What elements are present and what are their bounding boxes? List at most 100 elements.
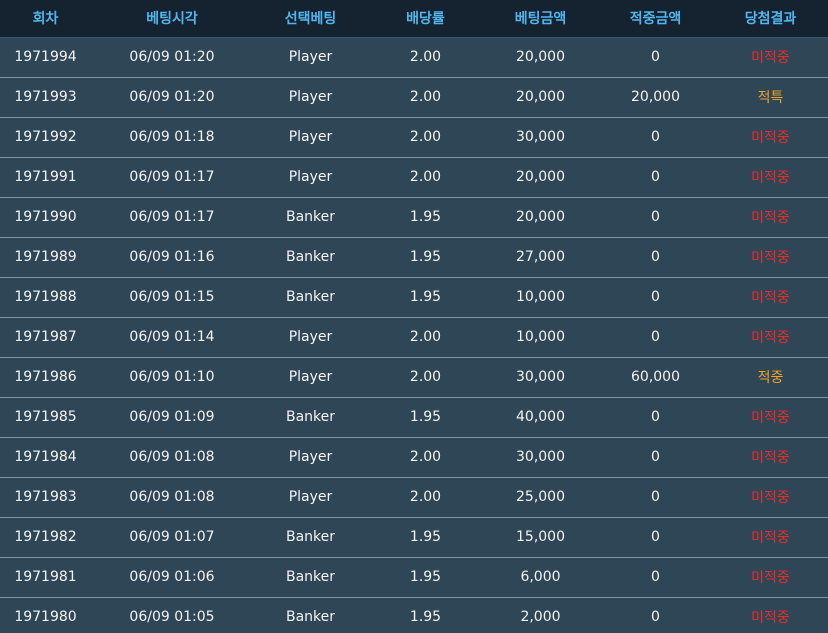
selection-cell: Banker xyxy=(253,597,368,633)
selection-cell: Banker xyxy=(253,517,368,558)
header-round: 회차 xyxy=(0,0,91,38)
bet-amount-cell: 27,000 xyxy=(483,237,598,278)
odds-cell: 2.00 xyxy=(368,437,483,478)
header-bet-time: 베팅시각 xyxy=(91,0,253,38)
bet-time-cell: 06/09 01:08 xyxy=(91,437,253,478)
bet-amount-cell: 20,000 xyxy=(483,197,598,238)
win-amount-cell: 0 xyxy=(598,517,713,558)
bet-time-cell: 06/09 01:20 xyxy=(91,77,253,118)
selection-cell: Player xyxy=(253,437,368,478)
bet-amount-cell: 25,000 xyxy=(483,477,598,518)
round-cell: 1971991 xyxy=(0,157,91,198)
round-cell: 1971984 xyxy=(0,437,91,478)
odds-cell: 1.95 xyxy=(368,597,483,633)
bet-time-cell: 06/09 01:15 xyxy=(91,277,253,318)
win-amount-cell: 0 xyxy=(598,557,713,598)
result-cell: 적특 xyxy=(713,77,828,118)
bet-time-cell: 06/09 01:08 xyxy=(91,477,253,518)
win-amount-cell: 0 xyxy=(598,117,713,158)
result-cell: 미적중 xyxy=(713,557,828,598)
round-cell: 1971992 xyxy=(0,117,91,158)
selection-cell: Banker xyxy=(253,197,368,238)
selection-cell: Player xyxy=(253,477,368,518)
bet-amount-cell: 10,000 xyxy=(483,277,598,318)
odds-cell: 1.95 xyxy=(368,517,483,558)
header-row: 회차 베팅시각 선택베팅 배당률 베팅금액 적중금액 당첨결과 xyxy=(0,0,828,38)
selection-cell: Player xyxy=(253,157,368,198)
odds-cell: 1.95 xyxy=(368,397,483,438)
table-body: 1971994 06/09 01:20 Player 2.00 20,000 0 미적중 19… xyxy=(0,37,828,633)
odds-cell: 2.00 xyxy=(368,117,483,158)
odds-cell: 1.95 xyxy=(368,277,483,318)
result-cell: 미적중 xyxy=(713,437,828,478)
table-row: 1971983 06/09 01:08 Player 2.00 25,000 0 미적중 xyxy=(0,477,828,518)
result-cell: 미적중 xyxy=(713,317,828,358)
round-cell: 1971989 xyxy=(0,237,91,278)
table-header: 회차 베팅시각 선택베팅 배당률 베팅금액 적중금액 당첨결과 xyxy=(0,0,828,38)
header-bet-amount: 베팅금액 xyxy=(483,0,598,38)
result-cell: 미적중 xyxy=(713,597,828,633)
bet-time-cell: 06/09 01:05 xyxy=(91,597,253,633)
table-row: 1971980 06/09 01:05 Banker 1.95 2,000 0 미적중 xyxy=(0,597,828,633)
win-amount-cell: 0 xyxy=(598,397,713,438)
table-row: 1971985 06/09 01:09 Banker 1.95 40,000 0 미적중 xyxy=(0,397,828,438)
table-row: 1971981 06/09 01:06 Banker 1.95 6,000 0 미적중 xyxy=(0,557,828,598)
table-row: 1971989 06/09 01:16 Banker 1.95 27,000 0 미적중 xyxy=(0,237,828,278)
result-cell: 미적중 xyxy=(713,517,828,558)
odds-cell: 1.95 xyxy=(368,237,483,278)
result-cell: 미적중 xyxy=(713,277,828,318)
bet-time-cell: 06/09 01:09 xyxy=(91,397,253,438)
odds-cell: 1.95 xyxy=(368,557,483,598)
header-result: 당첨결과 xyxy=(713,0,828,38)
win-amount-cell: 0 xyxy=(598,317,713,358)
win-amount-cell: 0 xyxy=(598,597,713,633)
selection-cell: Player xyxy=(253,357,368,398)
bet-time-cell: 06/09 01:17 xyxy=(91,197,253,238)
table-row: 1971986 06/09 01:10 Player 2.00 30,000 60,000… xyxy=(0,357,828,398)
table-row: 1971988 06/09 01:15 Banker 1.95 10,000 0 미적중 xyxy=(0,277,828,318)
bet-time-cell: 06/09 01:20 xyxy=(91,37,253,78)
odds-cell: 2.00 xyxy=(368,37,483,78)
odds-cell: 2.00 xyxy=(368,477,483,518)
table-row: 1971990 06/09 01:17 Banker 1.95 20,000 0 미적중 xyxy=(0,197,828,238)
bet-amount-cell: 30,000 xyxy=(483,437,598,478)
win-amount-cell: 0 xyxy=(598,197,713,238)
odds-cell: 2.00 xyxy=(368,317,483,358)
result-cell: 미적중 xyxy=(713,117,828,158)
round-cell: 1971980 xyxy=(0,597,91,633)
round-cell: 1971987 xyxy=(0,317,91,358)
bet-amount-cell: 30,000 xyxy=(483,117,598,158)
win-amount-cell: 60,000 xyxy=(598,357,713,398)
betting-history-table: 회차 베팅시각 선택베팅 배당률 베팅금액 적중금액 당첨결과 1971994 0… xyxy=(0,0,828,633)
round-cell: 1971990 xyxy=(0,197,91,238)
result-cell: 미적중 xyxy=(713,397,828,438)
result-cell: 미적중 xyxy=(713,477,828,518)
win-amount-cell: 0 xyxy=(598,157,713,198)
selection-cell: Player xyxy=(253,117,368,158)
bet-amount-cell: 2,000 xyxy=(483,597,598,633)
win-amount-cell: 0 xyxy=(598,477,713,518)
win-amount-cell: 0 xyxy=(598,37,713,78)
round-cell: 1971994 xyxy=(0,37,91,78)
win-amount-cell: 0 xyxy=(598,437,713,478)
bet-amount-cell: 6,000 xyxy=(483,557,598,598)
header-win-amount: 적중금액 xyxy=(598,0,713,38)
result-cell: 미적중 xyxy=(713,237,828,278)
win-amount-cell: 0 xyxy=(598,237,713,278)
bet-amount-cell: 20,000 xyxy=(483,157,598,198)
round-cell: 1971985 xyxy=(0,397,91,438)
bet-amount-cell: 20,000 xyxy=(483,37,598,78)
win-amount-cell: 20,000 xyxy=(598,77,713,118)
bet-time-cell: 06/09 01:17 xyxy=(91,157,253,198)
bet-time-cell: 06/09 01:10 xyxy=(91,357,253,398)
result-cell: 미적중 xyxy=(713,37,828,78)
odds-cell: 2.00 xyxy=(368,357,483,398)
result-cell: 미적중 xyxy=(713,197,828,238)
table-row: 1971994 06/09 01:20 Player 2.00 20,000 0 미적중 xyxy=(0,37,828,78)
odds-cell: 2.00 xyxy=(368,157,483,198)
round-cell: 1971986 xyxy=(0,357,91,398)
round-cell: 1971993 xyxy=(0,77,91,118)
odds-cell: 2.00 xyxy=(368,77,483,118)
table-row: 1971984 06/09 01:08 Player 2.00 30,000 0 미적중 xyxy=(0,437,828,478)
selection-cell: Banker xyxy=(253,237,368,278)
